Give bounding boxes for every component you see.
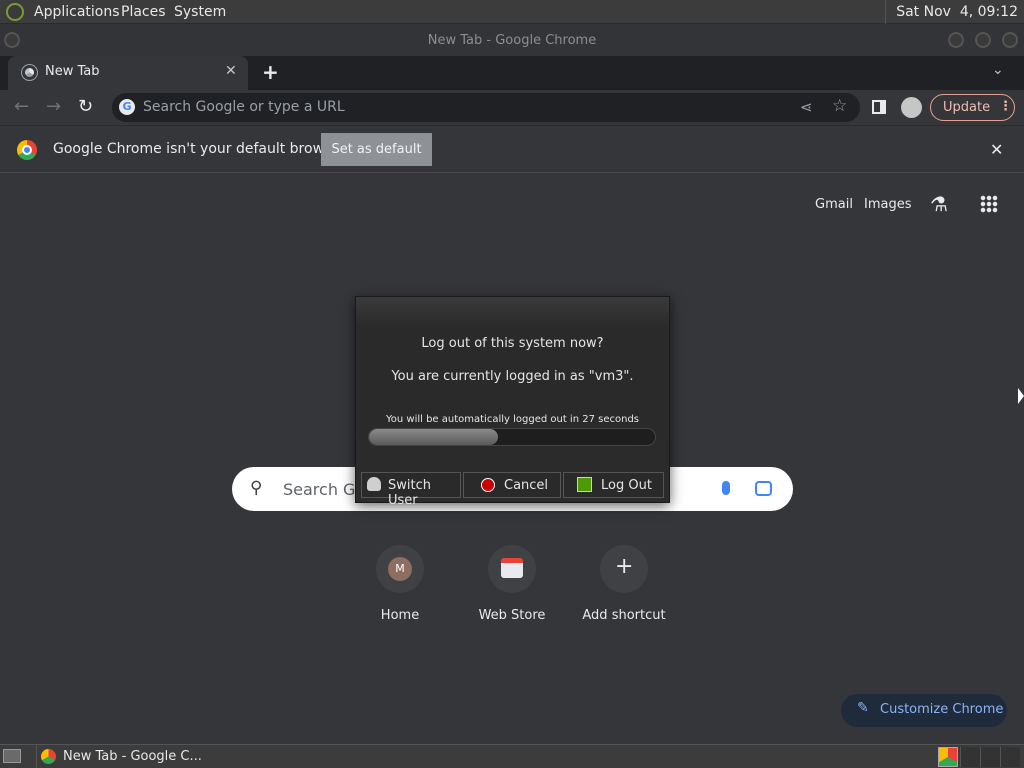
switch-user-button[interactable]: Switch User <box>361 472 461 508</box>
back-icon[interactable]: ← <box>14 96 29 117</box>
voice-search-icon[interactable] <box>722 481 730 495</box>
shortcut-home-label: Home <box>380 608 420 623</box>
lens-camera-icon[interactable] <box>755 481 772 496</box>
bottom-taskbar: New Tab - Google C... <box>0 744 1024 768</box>
menu-applications[interactable]: Applications <box>34 4 120 20</box>
maximize-icon[interactable] <box>975 32 991 48</box>
more-menu-icon: ⋮ <box>999 99 1012 114</box>
tab-title: New Tab <box>45 64 100 79</box>
window-title: New Tab - Google Chrome <box>427 33 597 48</box>
forward-icon[interactable]: → <box>46 96 61 117</box>
chevron-down-icon[interactable]: ⌄ <box>992 62 1004 78</box>
mouse-cursor-icon <box>1018 388 1024 404</box>
reload-icon[interactable]: ↻ <box>78 96 93 117</box>
web-store-icon <box>501 558 523 578</box>
window-titlebar[interactable]: New Tab - Google Chrome <box>0 24 1024 56</box>
images-link[interactable]: Images <box>864 197 912 212</box>
workspace-switcher[interactable] <box>960 747 1020 767</box>
update-button[interactable]: Update ⋮ <box>930 94 1015 121</box>
workspace-chrome-icon[interactable] <box>938 747 958 767</box>
window-menu-icon[interactable] <box>4 32 20 48</box>
taskbar-window-label: New Tab - Google C... <box>63 749 202 764</box>
infobar-close-icon[interactable]: ✕ <box>990 140 1003 159</box>
cancel-label: Cancel <box>504 478 549 493</box>
new-tab-icon[interactable]: + <box>262 60 279 84</box>
tab-new-tab[interactable] <box>8 56 248 90</box>
bookmark-star-icon[interactable]: ☆ <box>832 96 847 116</box>
top-panel: Applications Places System Sat Nov 4, 09… <box>0 0 1024 24</box>
chrome-taskbar-icon <box>41 749 56 764</box>
taskbar-window-button[interactable]: New Tab - Google C... <box>36 745 326 768</box>
google-g-icon: G <box>119 99 135 115</box>
shortcut-home-avatar: M <box>388 557 412 581</box>
gnome-foot-icon[interactable] <box>6 3 24 21</box>
set-as-default-label: Set as default <box>331 142 422 157</box>
infobar-message: Google Chrome isn't your default browser <box>53 141 346 157</box>
logout-question: Log out of this system now? <box>421 336 604 351</box>
pencil-icon: ✎ <box>857 700 869 716</box>
ntp-search-placeholder: Search Go <box>283 480 366 499</box>
gmail-link[interactable]: Gmail <box>815 197 853 212</box>
chrome-favicon-icon <box>21 64 38 81</box>
shortcut-web-store[interactable] <box>488 545 536 593</box>
logout-progress-bar <box>368 428 656 446</box>
logged-in-as: You are currently logged in as "vm3". <box>391 369 634 384</box>
close-window-icon[interactable] <box>1002 32 1018 48</box>
cancel-icon <box>481 478 495 492</box>
clock[interactable]: Sat Nov 4, 09:12 <box>885 0 1024 24</box>
logout-countdown: You will be automatically logged out in … <box>385 414 640 425</box>
customize-chrome-button[interactable]: ✎ Customize Chrome <box>841 694 1007 727</box>
exit-door-icon <box>577 477 592 492</box>
omnibox-placeholder: Search Google or type a URL <box>143 99 345 115</box>
show-desktop-icon[interactable] <box>3 749 21 763</box>
shortcut-add[interactable]: + <box>600 545 648 593</box>
logout-progress-fill <box>369 429 498 445</box>
minimize-icon[interactable] <box>948 32 964 48</box>
profile-avatar-icon[interactable] <box>901 97 922 118</box>
search-icon: ⚲ <box>250 478 263 498</box>
side-panel-icon[interactable] <box>872 100 886 114</box>
cancel-button[interactable]: Cancel <box>463 472 561 498</box>
set-as-default-button[interactable]: Set as default <box>321 133 432 166</box>
share-icon[interactable]: ⋖ <box>800 98 813 116</box>
clock-text: Sat Nov 4, 09:12 <box>896 4 1018 20</box>
log-out-label: Log Out <box>601 478 652 493</box>
log-out-button[interactable]: Log Out <box>563 472 664 498</box>
shortcut-web-store-label: Web Store <box>478 608 546 623</box>
add-icon: + <box>615 554 634 579</box>
shortcut-add-label: Add shortcut <box>582 608 666 623</box>
apps-grid-icon[interactable] <box>980 195 998 213</box>
menu-places[interactable]: Places <box>121 4 166 20</box>
menu-system[interactable]: System <box>174 4 226 20</box>
chrome-logo-icon <box>17 140 37 160</box>
update-label: Update <box>943 100 991 115</box>
shortcut-home[interactable]: M <box>376 545 424 593</box>
users-icon <box>367 477 381 491</box>
tab-close-icon[interactable]: ✕ <box>225 63 237 79</box>
customize-chrome-label: Customize Chrome <box>880 702 1004 717</box>
labs-flask-icon[interactable]: ⚗ <box>930 192 948 216</box>
